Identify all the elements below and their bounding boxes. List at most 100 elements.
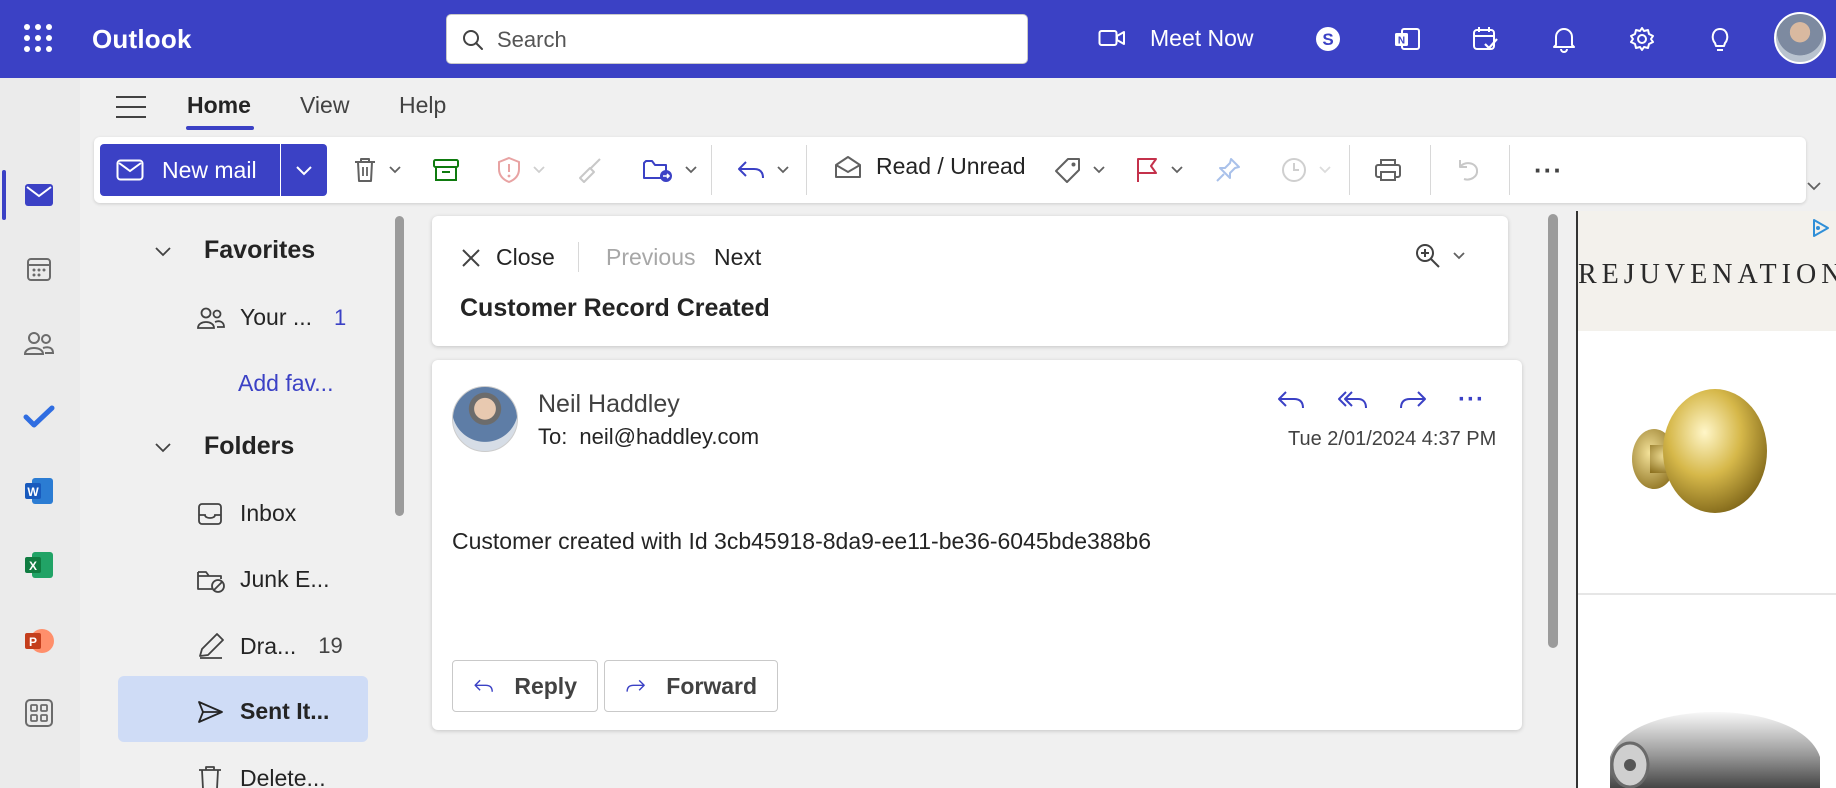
undo-button[interactable] (1454, 153, 1482, 187)
folder-deleted[interactable]: Delete... (196, 764, 326, 788)
read-unread-button[interactable]: Read / Unread (834, 153, 1026, 180)
app-title[interactable]: Outlook (92, 24, 192, 55)
folder-inbox[interactable]: Inbox (196, 500, 296, 527)
move-to-button[interactable] (642, 153, 698, 187)
header-divider (578, 242, 579, 272)
send-icon (198, 700, 223, 723)
calendar-icon[interactable] (18, 248, 60, 290)
forward-button[interactable]: Forward (604, 660, 778, 712)
word-icon[interactable]: W (18, 470, 60, 512)
tab-help[interactable]: Help (399, 92, 446, 119)
ad-pane[interactable]: REJUVENATION (1576, 211, 1836, 788)
chevron-down-icon[interactable] (1092, 165, 1106, 175)
reply-icon[interactable] (1276, 386, 1306, 414)
powerpoint-icon[interactable]: P (18, 620, 60, 662)
report-button[interactable] (496, 153, 546, 187)
favorites-header[interactable]: Favorites (154, 236, 315, 265)
reply-icon (474, 679, 493, 692)
recipient-address[interactable]: neil@haddley.com (579, 424, 759, 449)
next-button[interactable]: Next (714, 244, 761, 271)
chevron-down-icon[interactable] (532, 165, 546, 175)
people-icon (197, 307, 225, 329)
ad-choices-icon[interactable] (1810, 217, 1832, 239)
folder-label: Junk E... (240, 566, 330, 592)
reply-all-icon[interactable] (1336, 386, 1368, 414)
undo-icon (1459, 160, 1479, 181)
folder-pane-scrollbar[interactable] (395, 216, 404, 516)
folder-junk[interactable]: Junk E... (196, 566, 329, 593)
trash-icon (199, 766, 221, 788)
excel-icon[interactable]: X (18, 544, 60, 586)
ribbon-expand-chevron-icon[interactable] (1806, 178, 1822, 196)
delete-button[interactable] (352, 153, 402, 187)
meet-now-button[interactable]: Meet Now (1098, 22, 1254, 54)
calendar-check-icon[interactable] (1468, 22, 1502, 56)
mail-icon[interactable] (18, 174, 60, 216)
chevron-down-icon[interactable] (388, 165, 402, 175)
snooze-button[interactable] (1280, 153, 1332, 187)
people-icon[interactable] (18, 322, 60, 364)
forward-label: Forward (666, 672, 757, 699)
folder-sent-items[interactable]: Sent It... (196, 698, 329, 725)
bell-icon[interactable] (1547, 22, 1581, 56)
new-mail-dropdown[interactable] (281, 144, 327, 196)
sender-avatar[interactable] (452, 386, 518, 452)
hamburger-icon[interactable] (116, 96, 146, 120)
broom-icon (579, 158, 601, 183)
pin-icon (1216, 158, 1240, 182)
chevron-down-icon[interactable] (684, 165, 698, 175)
more-options-button[interactable]: ··· (1534, 153, 1563, 187)
inbox-icon (198, 502, 222, 525)
archive-button[interactable] (432, 153, 460, 187)
printer-icon (1375, 159, 1401, 181)
tab-view[interactable]: View (300, 92, 349, 119)
search-box[interactable] (446, 14, 1028, 64)
folder-label: Dra... (240, 632, 297, 659)
reply-all-button[interactable] (736, 153, 790, 187)
forward-icon (626, 679, 645, 692)
chevron-down-icon[interactable] (776, 165, 790, 175)
previous-button[interactable]: Previous (606, 244, 695, 271)
tab-home[interactable]: Home (187, 92, 251, 119)
add-favorite-link[interactable]: Add fav... (238, 370, 333, 397)
todo-icon[interactable] (18, 396, 60, 438)
favorite-item-label: Your ... (240, 304, 313, 330)
pin-button[interactable] (1214, 153, 1242, 187)
svg-text:N: N (1398, 36, 1405, 47)
ribbon-divider (806, 145, 807, 195)
ribbon-divider (711, 145, 712, 195)
sweep-button[interactable] (576, 153, 604, 187)
forward-icon[interactable] (1398, 386, 1428, 414)
flag-button[interactable] (1134, 153, 1184, 187)
search-icon (463, 30, 483, 50)
onenote-icon[interactable]: N (1390, 22, 1424, 56)
junk-folder-icon (197, 570, 225, 593)
ribbon-toolbar: New mail Read / Unread ··· (94, 137, 1806, 203)
account-avatar[interactable] (1774, 12, 1826, 64)
lightbulb-icon[interactable] (1703, 22, 1737, 56)
chevron-down-icon[interactable] (1318, 165, 1332, 175)
categorize-button[interactable] (1054, 153, 1106, 187)
folder-drafts[interactable]: Dra... 19 (196, 632, 343, 660)
folder-move-icon (643, 160, 672, 182)
favorite-item[interactable]: Your ... 1 (196, 304, 346, 331)
apps-icon[interactable] (18, 692, 60, 734)
ribbon-tabs: Home View Help (80, 78, 1836, 136)
new-mail-button[interactable]: New mail (100, 144, 280, 196)
close-button[interactable]: Close (460, 244, 555, 271)
app-rail: W X P (0, 78, 80, 788)
reading-pane-scrollbar[interactable] (1548, 214, 1558, 648)
close-icon (462, 248, 480, 267)
app-launcher-icon[interactable] (24, 24, 52, 52)
skype-icon[interactable]: S (1311, 22, 1345, 56)
gear-icon[interactable] (1625, 22, 1659, 56)
chevron-down-icon (296, 166, 312, 176)
zoom-button[interactable] (1414, 242, 1466, 270)
reply-button[interactable]: Reply (452, 660, 598, 712)
search-input[interactable] (497, 23, 1017, 57)
folders-header[interactable]: Folders (154, 432, 294, 461)
sender-name[interactable]: Neil Haddley (538, 390, 680, 419)
print-button[interactable] (1373, 153, 1403, 187)
chevron-down-icon[interactable] (1170, 165, 1184, 175)
more-actions-button[interactable]: ··· (1458, 386, 1485, 414)
